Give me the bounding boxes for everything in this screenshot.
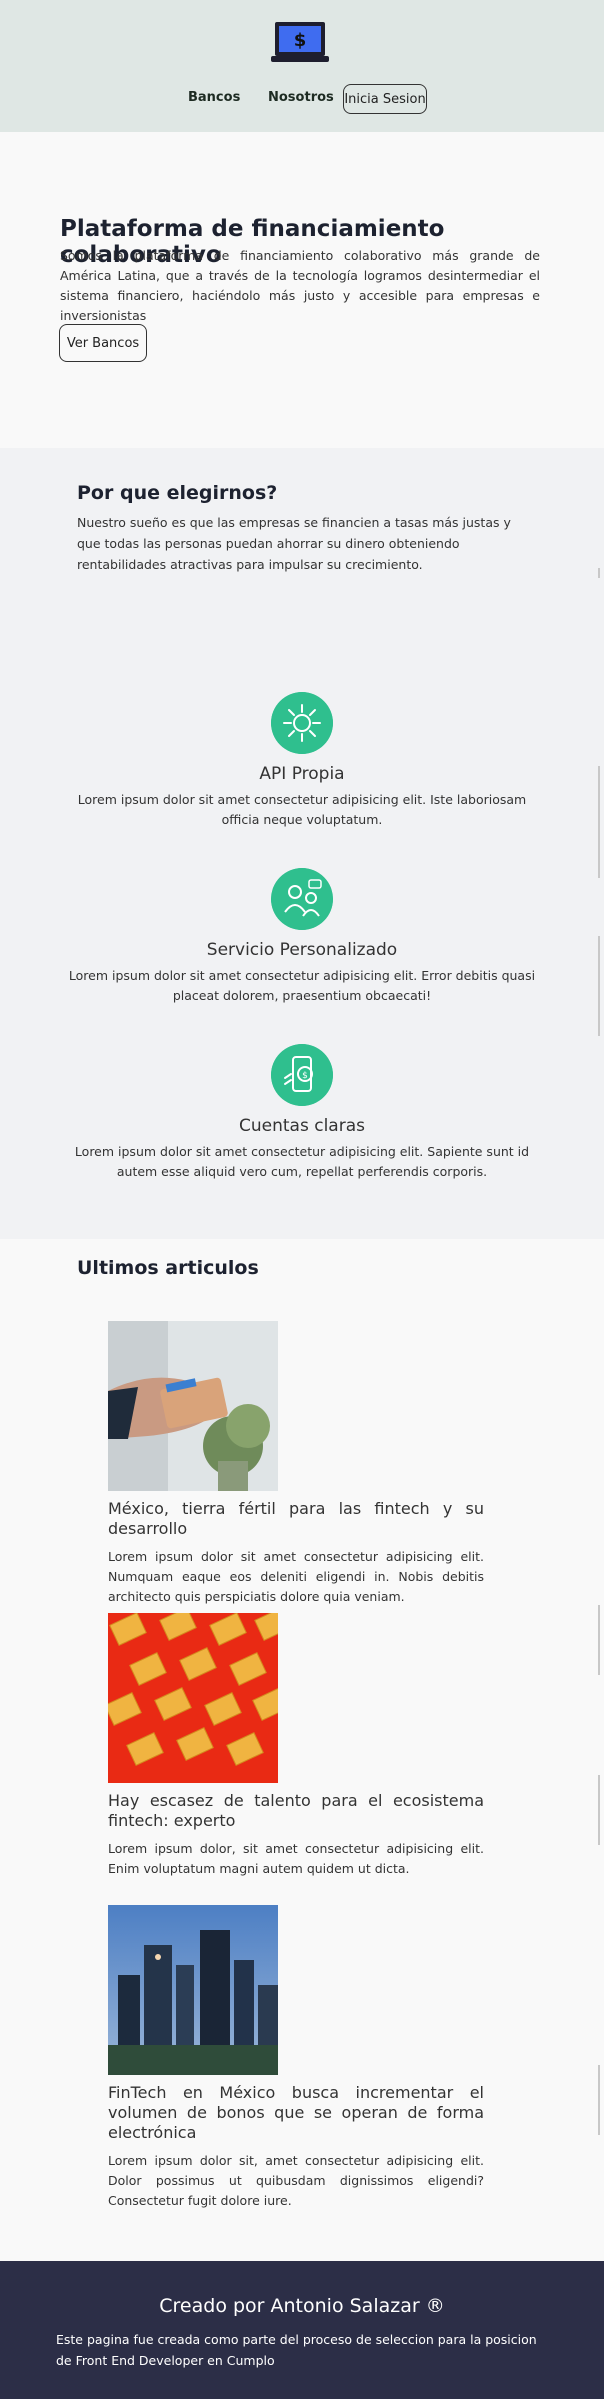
- scroll-marker: [598, 766, 600, 878]
- nav-link-bancos[interactable]: Bancos: [188, 90, 240, 105]
- hero-section: Plataforma de financiamiento colaborativ…: [0, 132, 604, 448]
- article-summary: Lorem ipsum dolor, sit amet consectetur …: [108, 1841, 484, 1876]
- personal-service-icon: [271, 868, 333, 930]
- mobile-payment-icon: $: [271, 1044, 333, 1106]
- gift-boxes-photo[interactable]: [108, 1613, 278, 1783]
- feature-title: Cuentas claras: [239, 1116, 365, 1136]
- wallet-in-hand-photo[interactable]: [108, 1321, 278, 1491]
- article-card[interactable]: FinTech en México busca incrementar el v…: [108, 1905, 484, 2211]
- hero-description: Somos la plataforma de financiamiento co…: [60, 248, 540, 323]
- article-summary: Lorem ipsum dolor sit amet consectetur a…: [108, 1549, 484, 1604]
- footer-title: Creado por Antonio Salazar ®: [159, 2295, 445, 2317]
- footer-description: Este pagina fue creada como parte del pr…: [56, 2332, 537, 2368]
- why-title: Por que elegirnos?: [77, 482, 278, 504]
- api-chip-icon: [271, 692, 333, 754]
- article-summary: Lorem ipsum dolor sit, amet consectetur …: [108, 2153, 484, 2208]
- site-footer: Creado por Antonio Salazar ® Este pagina…: [0, 2261, 604, 2399]
- article-title[interactable]: Hay escasez de talento para el ecosistem…: [108, 1791, 484, 1831]
- why-section: Por que elegirnos? Nuestro sueño es que …: [0, 448, 604, 1239]
- city-skyline-photo[interactable]: [108, 1905, 278, 2075]
- svg-text:$: $: [302, 1071, 308, 1081]
- feature-api: API Propia Lorem ipsum dolor sit amet co…: [60, 692, 544, 830]
- site-header: $ Bancos Nosotros Inicia Sesion: [0, 0, 604, 132]
- feature-cuentas: $ Cuentas claras Lorem ipsum dolor sit a…: [60, 1044, 544, 1182]
- feature-description: Lorem ipsum dolor sit amet consectetur a…: [68, 968, 536, 1003]
- scroll-marker: [598, 2065, 600, 2135]
- logo-symbol: $: [294, 30, 307, 51]
- articles-section: Ultimos articulos México, tierra fértil …: [0, 1239, 604, 2261]
- why-description: Nuestro sueño es que las empresas se fin…: [77, 515, 511, 572]
- nav-link-nosotros[interactable]: Nosotros: [268, 90, 334, 105]
- main-nav: Bancos Nosotros Inicia Sesion: [0, 84, 604, 116]
- scroll-marker: [598, 1605, 600, 1675]
- feature-title: Servicio Personalizado: [206, 940, 398, 960]
- feature-title: API Propia: [259, 764, 345, 784]
- articles-title: Ultimos articulos: [77, 1257, 259, 1279]
- ver-bancos-button[interactable]: Ver Bancos: [59, 324, 147, 362]
- feature-description: Lorem ipsum dolor sit amet consectetur a…: [74, 1144, 530, 1179]
- scroll-marker: [598, 936, 600, 1036]
- article-title[interactable]: FinTech en México busca incrementar el v…: [108, 2083, 484, 2143]
- article-title[interactable]: México, tierra fértil para las fintech y…: [108, 1499, 484, 1539]
- feature-description: Lorem ipsum dolor sit amet consectetur a…: [77, 792, 527, 827]
- scroll-marker: [598, 1775, 600, 1845]
- money-screen-icon[interactable]: $: [271, 20, 329, 64]
- login-button[interactable]: Inicia Sesion: [343, 84, 427, 114]
- article-card[interactable]: México, tierra fértil para las fintech y…: [108, 1321, 484, 1607]
- article-card[interactable]: Hay escasez de talento para el ecosistem…: [108, 1613, 484, 1879]
- scroll-marker: [598, 568, 600, 578]
- feature-servicio: Servicio Personalizado Lorem ipsum dolor…: [60, 868, 544, 1006]
